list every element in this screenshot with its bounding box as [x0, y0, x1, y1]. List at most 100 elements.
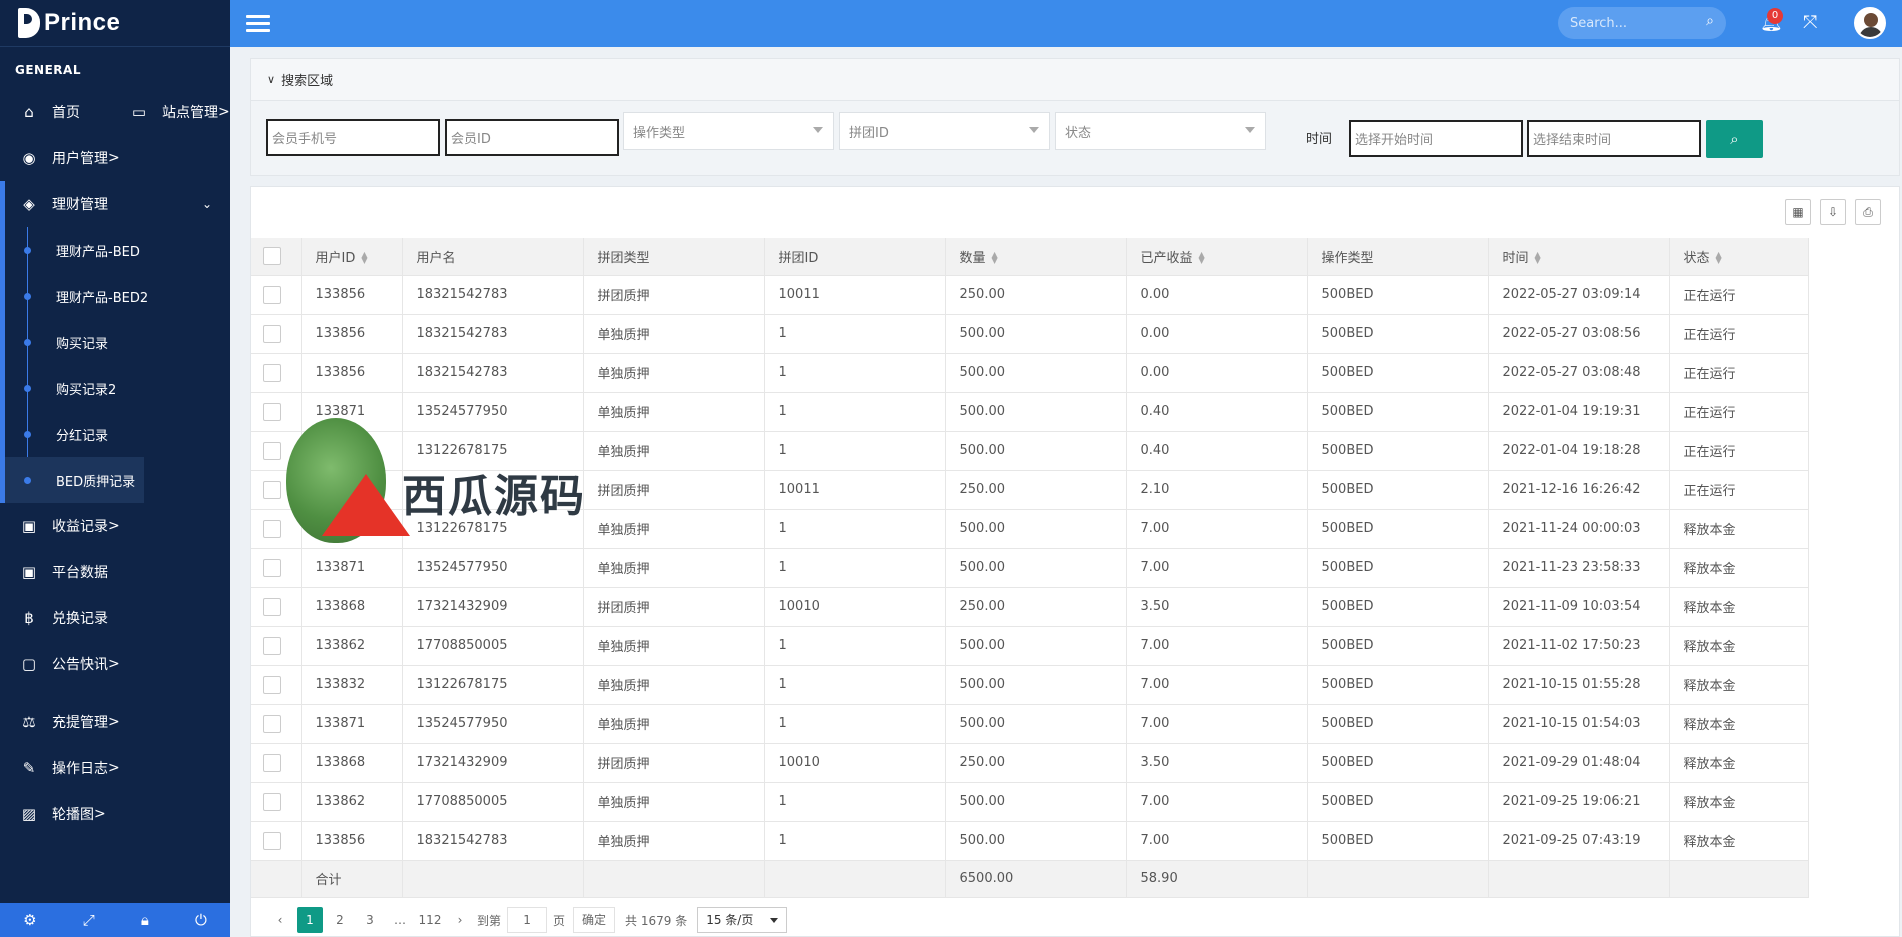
fullscreen-icon[interactable]: ⤧: [1803, 12, 1817, 33]
row-checkbox[interactable]: [251, 548, 302, 588]
row-checkbox[interactable]: [251, 392, 302, 432]
sidebar-item-carousel[interactable]: ▨ 轮播图 >: [0, 791, 230, 837]
end-time-input[interactable]: 选择结束时间: [1527, 120, 1701, 157]
cell-status: 正在运行: [1669, 392, 1809, 432]
goto-label: 到第: [477, 913, 502, 928]
sidebar-item-oplog[interactable]: ✎ 操作日志 >: [0, 745, 230, 791]
cell-status: 释放本金: [1669, 626, 1809, 666]
op-type-select[interactable]: 操作类型: [623, 112, 834, 150]
sidebar-item-recharge[interactable]: ⚖ 充提管理 >: [0, 699, 230, 745]
page-size-select[interactable]: 15 条/页: [697, 907, 788, 933]
col-income[interactable]: 已产收益 ▲ ▼: [1126, 238, 1308, 276]
sidebar-item-home[interactable]: ⌂ 首页: [20, 102, 110, 122]
search-icon[interactable]: ⌕: [1706, 13, 1714, 29]
sort-icon: ▲ ▼: [1198, 250, 1205, 266]
cell-group-type: 单独质押: [583, 431, 765, 471]
time-label: 时间: [1306, 132, 1333, 147]
goto-confirm-button[interactable]: 确定: [573, 907, 616, 933]
sidebar-subitem-bed-pledge[interactable]: BED质押记录: [5, 457, 144, 503]
print-icon[interactable]: ⎙: [1855, 199, 1881, 225]
menu-row-home-site: ⌂ 首页 ▭ 站点管理 >: [0, 89, 230, 135]
row-checkbox[interactable]: [251, 353, 302, 393]
total-income: 58.90: [1126, 860, 1308, 898]
search-button[interactable]: ⌕: [1706, 120, 1763, 158]
row-checkbox[interactable]: [251, 665, 302, 705]
row-checkbox[interactable]: [251, 431, 302, 471]
page-3[interactable]: 3: [357, 907, 383, 933]
sidebar-item-site[interactable]: ▭ 站点管理 >: [130, 102, 230, 122]
expand-icon[interactable]: ⤢: [83, 911, 95, 929]
col-time[interactable]: 时间 ▲ ▼: [1488, 238, 1670, 276]
sidebar-subitem-purchase[interactable]: 购买记录: [5, 319, 230, 365]
next-page-icon[interactable]: ›: [447, 907, 473, 933]
gear-icon[interactable]: ⚙: [23, 911, 36, 929]
row-checkbox[interactable]: [251, 704, 302, 744]
cell-group-id: 1: [764, 704, 946, 744]
cell-status: 释放本金: [1669, 665, 1809, 705]
goto-page-input[interactable]: 1: [507, 907, 548, 933]
chevron-down-icon: ⌄: [201, 197, 212, 211]
sidebar-item-notice[interactable]: ▢ 公告快讯 >: [0, 641, 230, 687]
page-1[interactable]: 1: [297, 907, 323, 933]
row-checkbox[interactable]: [251, 626, 302, 666]
search-panel-header[interactable]: ∨ 搜索区域: [251, 59, 1899, 101]
sidebar-item-finance[interactable]: ◈ 理财管理 ⌄: [0, 181, 230, 227]
sidebar-subitem-purchase2[interactable]: 购买记录2: [5, 365, 230, 411]
col-qty[interactable]: 数量 ▲ ▼: [945, 238, 1127, 276]
window-icon: ▢: [21, 655, 37, 673]
row-checkbox[interactable]: [251, 782, 302, 822]
cell-income: 7.00: [1126, 821, 1308, 861]
lock-icon[interactable]: 🔒︎: [141, 911, 149, 929]
cell-username: 17708850005: [402, 782, 584, 822]
avatar[interactable]: [1854, 7, 1886, 39]
page-last[interactable]: 112: [417, 907, 443, 933]
cell-time: 2021-11-24 00:00:03: [1488, 509, 1670, 549]
cell-qty: 500.00: [945, 431, 1127, 471]
cell-status: 释放本金: [1669, 587, 1809, 627]
start-time-input[interactable]: 选择开始时间: [1349, 120, 1523, 157]
col-user-id[interactable]: 用户ID ▲ ▼: [301, 238, 403, 276]
cell-group-type: 拼团质押: [583, 470, 765, 510]
sidebar-subitem-bed2[interactable]: 理财产品-BED2: [5, 273, 230, 319]
cell-status: 释放本金: [1669, 821, 1809, 861]
cell-income: 7.00: [1126, 665, 1308, 705]
sidebar-item-exchange[interactable]: ฿ 兑换记录: [0, 595, 230, 641]
page-2[interactable]: 2: [327, 907, 353, 933]
sidebar-item-user[interactable]: ◉ 用户管理 >: [0, 135, 230, 181]
phone-input[interactable]: 会员手机号: [266, 119, 440, 156]
group-id-select[interactable]: 拼团ID: [839, 112, 1050, 150]
cell-group-type: 单独质押: [583, 314, 765, 354]
select-all-checkbox[interactable]: [251, 238, 302, 276]
member-id-input[interactable]: 会员ID: [445, 119, 619, 156]
status-select[interactable]: 状态: [1055, 112, 1266, 150]
search-input[interactable]: Search... ⌕: [1558, 7, 1726, 39]
cell-status: 释放本金: [1669, 704, 1809, 744]
row-checkbox[interactable]: [251, 587, 302, 627]
row-checkbox[interactable]: [251, 275, 302, 315]
cell-user-id: 133862: [301, 626, 403, 666]
cell-qty: 500.00: [945, 626, 1127, 666]
cell-time: 2021-10-15 01:54:03: [1488, 704, 1670, 744]
export-icon[interactable]: ⇩: [1820, 199, 1846, 225]
cell-status: 正在运行: [1669, 353, 1809, 393]
menu-toggle-icon[interactable]: [246, 15, 270, 32]
cell-op-type: 500BED: [1307, 275, 1489, 315]
cell-user-id: 133871: [301, 704, 403, 744]
sidebar-subitem-dividend[interactable]: 分红记录: [5, 411, 230, 457]
row-checkbox[interactable]: [251, 821, 302, 861]
columns-icon[interactable]: ▦: [1785, 199, 1811, 225]
cell-username: 13524577950: [402, 704, 584, 744]
table-row: 133871 13524577950 单独质押 1 500.00 0.40 500BED 20…: [251, 392, 1809, 432]
col-status[interactable]: 状态 ▲ ▼: [1669, 238, 1809, 276]
power-icon[interactable]: ⏻: [195, 911, 207, 929]
row-checkbox[interactable]: [251, 509, 302, 549]
row-checkbox[interactable]: [251, 743, 302, 783]
row-checkbox[interactable]: [251, 470, 302, 510]
prev-page-icon[interactable]: ‹: [267, 907, 293, 933]
sidebar-item-platform[interactable]: ▣ 平台数据: [0, 549, 230, 595]
sidebar-subitem-bed[interactable]: 理财产品-BED: [5, 227, 230, 273]
sidebar-item-income[interactable]: ▣ 收益记录 >: [0, 503, 230, 549]
row-checkbox[interactable]: [251, 314, 302, 354]
cell-time: 2022-05-27 03:08:48: [1488, 353, 1670, 393]
logo[interactable]: Prince: [0, 0, 230, 47]
